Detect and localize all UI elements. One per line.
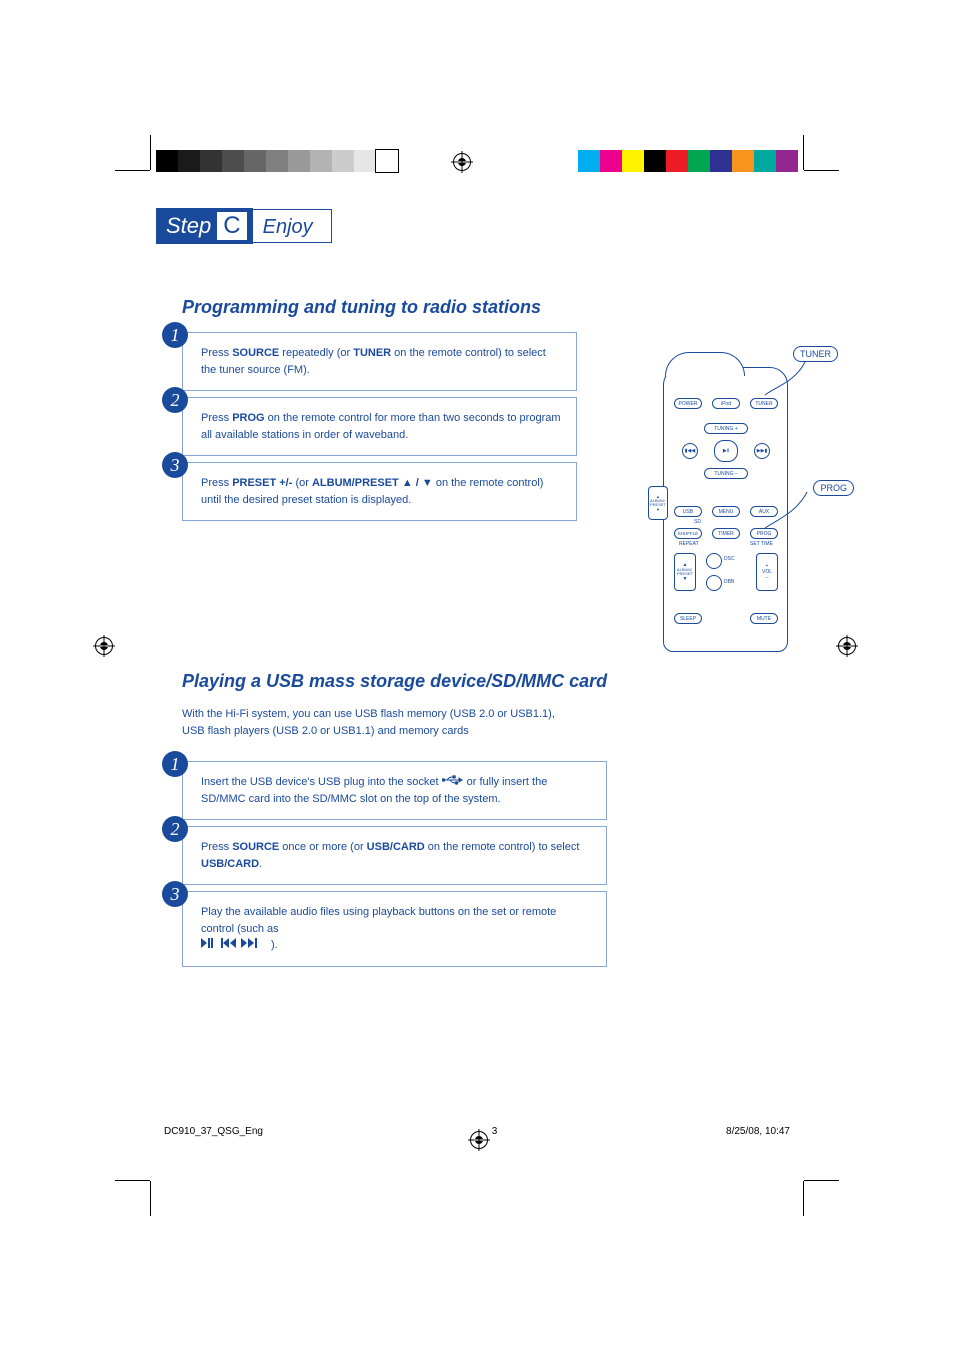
crop-mark	[115, 170, 150, 171]
crop-mark	[150, 135, 151, 170]
remote-btn-tuning-plus: TUNING +	[704, 423, 748, 434]
color-bar	[578, 150, 798, 172]
step-text: Press SOURCE once or more (or USB/CARD o…	[182, 826, 607, 885]
crop-mark	[115, 1180, 150, 1181]
footer-page-number: 3	[492, 1126, 498, 1137]
remote-btn-next: ▶▶▮	[754, 443, 770, 459]
crop-mark	[803, 1181, 804, 1216]
remote-btn-album-preset: ▲ ALBUM/ PRESET ▼	[648, 486, 668, 520]
grayscale-bar	[156, 150, 398, 172]
step-word: Step	[166, 213, 211, 239]
remote-label-sd: SD	[694, 519, 701, 525]
usb-icon	[442, 774, 464, 791]
remote-btn-sleep: SLEEP	[674, 613, 702, 624]
step-number: 2	[162, 816, 188, 842]
remote-label-repeat: REPEAT	[679, 541, 699, 547]
step-text: Press PRESET +/- (or ALBUM/PRESET ▲ / ▼ …	[182, 462, 577, 521]
callout-line	[765, 362, 820, 397]
step-text: Insert the USB device's USB plug into th…	[182, 761, 607, 820]
registration-mark	[95, 637, 113, 655]
remote-btn-usb: USB	[674, 506, 702, 517]
remote-btn-menu: MENU	[712, 506, 740, 517]
remote-btn-dbb	[706, 575, 722, 591]
step-letter: C	[217, 212, 246, 240]
remote-btn-play: ▶Ⅱ	[714, 440, 738, 462]
remote-btn-timer: TIMER	[712, 528, 740, 539]
remote-btn-power: POWER	[674, 398, 702, 409]
crop-mark	[804, 1180, 839, 1181]
remote-btn-vol: + VOL –	[756, 553, 778, 591]
footer-date: 8/25/08, 10:47	[726, 1126, 790, 1137]
remote-btn-prev: ▮◀◀	[682, 443, 698, 459]
step-text: Press SOURCE repeatedly (or TUNER on the…	[182, 332, 577, 391]
step-text: Play the available audio files using pla…	[182, 891, 607, 967]
remote-btn-ipod: iPod	[712, 398, 740, 409]
remote-btn-tuner: TUNER	[750, 398, 778, 409]
page-footer: DC910_37_QSG_Eng 3 8/25/08, 10:47	[156, 1126, 798, 1137]
section-title-usb: Playing a USB mass storage device/SD/MMC…	[182, 671, 798, 692]
step-number: 2	[162, 387, 188, 413]
remote-label-dbb: DBB	[724, 579, 734, 585]
section-title-radio: Programming and tuning to radio stations	[182, 297, 798, 318]
remote-label-settime: SET TIME	[750, 541, 773, 547]
step-number: 3	[162, 881, 188, 907]
section-subtitle: With the Hi-Fi system, you can use USB f…	[182, 706, 798, 739]
remote-btn-shuffle: SHUFFLE	[674, 528, 702, 539]
callout-tuner: TUNER	[793, 346, 838, 362]
registration-mark	[453, 153, 471, 171]
callout-line	[765, 492, 820, 532]
playback-icons	[201, 939, 271, 951]
crop-mark	[803, 135, 804, 170]
crop-mark	[150, 1181, 151, 1216]
remote-btn-album-preset-2: ▲ ALBUM/ PRESET ▼	[674, 553, 696, 591]
footer-filename: DC910_37_QSG_Eng	[164, 1126, 263, 1137]
remote-btn-mute: MUTE	[750, 613, 778, 624]
remote-btn-tuning-minus: TUNING –	[704, 468, 748, 479]
step-number: 3	[162, 452, 188, 478]
registration-mark	[838, 637, 856, 655]
step-banner: Step C Enjoy	[156, 205, 332, 247]
remote-diagram: POWER iPod TUNER TUNING + ▮◀◀ ▶Ⅱ ▶▶▮ TUN…	[640, 352, 830, 672]
step-text: Press PROG on the remote control for mor…	[182, 397, 577, 456]
step-subtitle: Enjoy	[253, 209, 332, 243]
crop-mark	[804, 170, 839, 171]
remote-btn-dsc	[706, 553, 722, 569]
remote-label-dsc: DSC	[724, 556, 735, 562]
step-number: 1	[162, 751, 188, 777]
step-number: 1	[162, 322, 188, 348]
